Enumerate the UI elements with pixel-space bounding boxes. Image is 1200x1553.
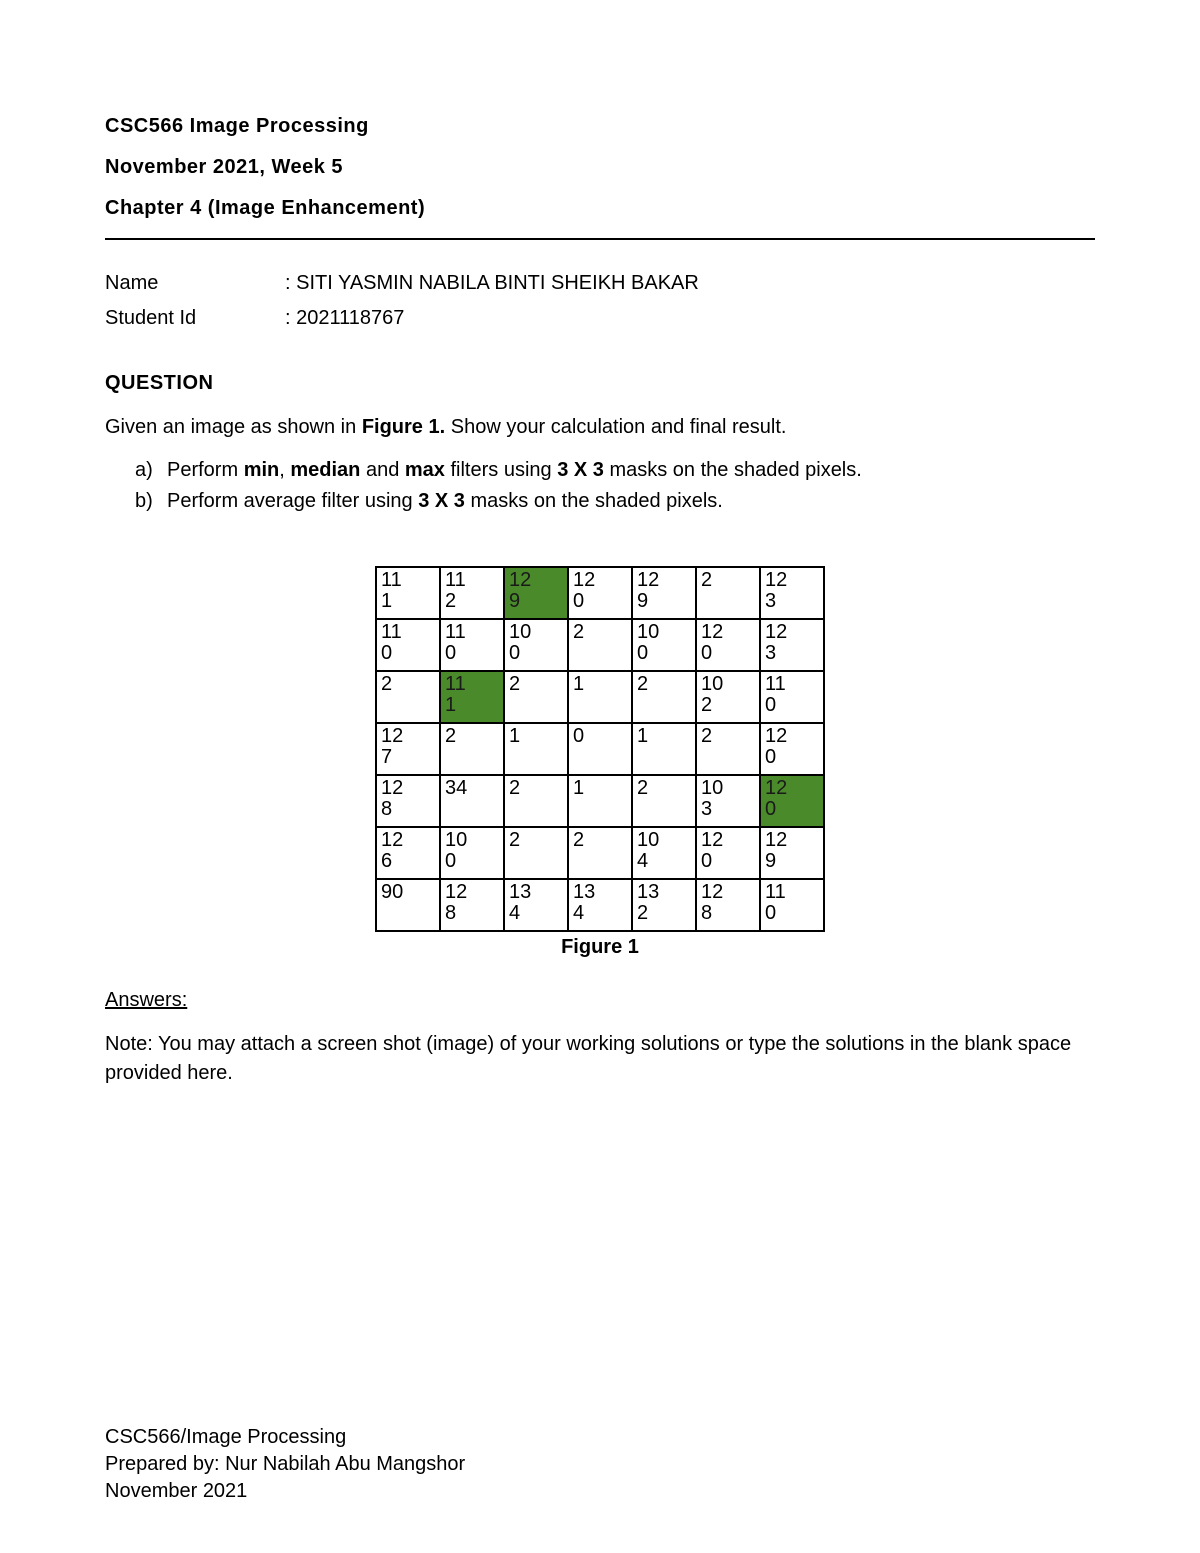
figure-caption: Figure 1 (561, 936, 639, 959)
pixel-cell: 13 4 (504, 879, 568, 931)
answers-note: Note: You may attach a screen shot (imag… (105, 1030, 1095, 1088)
chapter-line: Chapter 4 (Image Enhancement) (105, 197, 1095, 220)
pixel-cell: 12 6 (376, 827, 440, 879)
a-b1: min (244, 459, 280, 481)
pixel-cell: 2 (632, 671, 696, 723)
pixel-cell: 1 (568, 775, 632, 827)
pixel-grid: 11 111 212 912 012 9212 311 011 010 0210… (375, 566, 825, 932)
pixel-cell: 90 (376, 879, 440, 931)
pixel-cell: 12 9 (760, 827, 824, 879)
pixel-cell: 0 (568, 723, 632, 775)
pixel-cell: 2 (632, 775, 696, 827)
pixel-cell: 10 2 (696, 671, 760, 723)
pixel-cell: 11 0 (440, 619, 504, 671)
table-row: 12 610 02210 412 012 9 (376, 827, 824, 879)
pixel-cell: 2 (440, 723, 504, 775)
pixel-cell: 2 (568, 827, 632, 879)
pixel-cell: 10 0 (632, 619, 696, 671)
shaded-cell: 12 0 (760, 775, 824, 827)
pixel-cell: 11 0 (376, 619, 440, 671)
pixel-cell: 2 (376, 671, 440, 723)
pixel-cell: 1 (568, 671, 632, 723)
pixel-cell: 2 (504, 827, 568, 879)
question-title: QUESTION (105, 372, 1095, 395)
footer: CSC566/Image Processing Prepared by: Nur… (105, 1424, 465, 1505)
course-title: CSC566 Image Processing (105, 115, 1095, 138)
pixel-cell: 11 0 (760, 671, 824, 723)
shaded-cell: 12 9 (504, 567, 568, 619)
a-t4: filters using (445, 459, 557, 481)
pixel-cell: 13 2 (632, 879, 696, 931)
id-value: 2021118767 (285, 307, 404, 330)
question-intro: Given an image as shown in Figure 1. Sho… (105, 413, 1095, 442)
table-row: 12 83421210 312 0 (376, 775, 824, 827)
pixel-cell: 12 0 (568, 567, 632, 619)
table-row: 11 011 010 0210 012 012 3 (376, 619, 824, 671)
a-b2: median (290, 459, 360, 481)
table-row: 9012 813 413 413 212 811 0 (376, 879, 824, 931)
table-row: 211 121210 211 0 (376, 671, 824, 723)
pixel-cell: 13 4 (568, 879, 632, 931)
intro-post: Show your calculation and final result. (445, 416, 786, 438)
pixel-cell: 11 1 (376, 567, 440, 619)
pixel-cell: 10 4 (632, 827, 696, 879)
name-row: Name SITI YASMIN NABILA BINTI SHEIKH BAK… (105, 272, 1095, 295)
pixel-cell: 10 3 (696, 775, 760, 827)
pixel-cell: 12 8 (696, 879, 760, 931)
pixel-cell: 10 0 (440, 827, 504, 879)
shaded-cell: 11 1 (440, 671, 504, 723)
pixel-cell: 1 (504, 723, 568, 775)
pixel-cell: 1 (632, 723, 696, 775)
footer-line-1: CSC566/Image Processing (105, 1424, 465, 1451)
a-t3: and (360, 459, 404, 481)
a-b3: max (405, 459, 445, 481)
divider (105, 238, 1095, 240)
name-label: Name (105, 272, 285, 295)
id-label: Student Id (105, 307, 285, 330)
footer-line-3: November 2021 (105, 1478, 465, 1505)
a-b4: 3 X 3 (557, 459, 604, 481)
pixel-cell: 12 7 (376, 723, 440, 775)
pixel-cell: 12 0 (760, 723, 824, 775)
pixel-cell: 12 3 (760, 619, 824, 671)
pixel-cell: 12 8 (376, 775, 440, 827)
a-t5: masks on the shaded pixels. (604, 459, 862, 481)
pixel-cell: 2 (504, 775, 568, 827)
pixel-cell: 34 (440, 775, 504, 827)
table-row: 12 72101212 0 (376, 723, 824, 775)
pixel-cell: 12 3 (760, 567, 824, 619)
pixel-cell: 11 2 (440, 567, 504, 619)
pixel-cell: 2 (568, 619, 632, 671)
pixel-cell: 2 (504, 671, 568, 723)
pixel-cell: 12 9 (632, 567, 696, 619)
answers-label: Answers: (105, 989, 1095, 1012)
item-b-marker: b) (135, 487, 167, 516)
table-row: 11 111 212 912 012 9212 3 (376, 567, 824, 619)
list-item-a: a)Perform min, median and max filters us… (135, 456, 1095, 485)
figure-1: 11 111 212 912 012 9212 311 011 010 0210… (105, 566, 1095, 959)
week-line: November 2021, Week 5 (105, 156, 1095, 179)
pixel-cell: 12 8 (440, 879, 504, 931)
pixel-cell: 10 0 (504, 619, 568, 671)
id-row: Student Id 2021118767 (105, 307, 1095, 330)
pixel-cell: 12 0 (696, 619, 760, 671)
item-a-marker: a) (135, 456, 167, 485)
intro-pre: Given an image as shown in (105, 416, 362, 438)
a-t1: Perform (167, 459, 244, 481)
pixel-cell: 2 (696, 567, 760, 619)
pixel-cell: 2 (696, 723, 760, 775)
footer-line-2: Prepared by: Nur Nabilah Abu Mangshor (105, 1451, 465, 1478)
intro-bold: Figure 1. (362, 416, 445, 438)
pixel-cell: 12 0 (696, 827, 760, 879)
document-page: CSC566 Image Processing November 2021, W… (0, 0, 1200, 1553)
b-b1: 3 X 3 (418, 490, 465, 512)
pixel-cell: 11 0 (760, 879, 824, 931)
b-t1: Perform average filter using (167, 490, 418, 512)
question-list: a)Perform min, median and max filters us… (105, 456, 1095, 516)
name-value: SITI YASMIN NABILA BINTI SHEIKH BAKAR (285, 272, 699, 295)
list-item-b: b)Perform average filter using 3 X 3 mas… (135, 487, 1095, 516)
b-t2: masks on the shaded pixels. (465, 490, 723, 512)
a-t2: , (279, 459, 290, 481)
